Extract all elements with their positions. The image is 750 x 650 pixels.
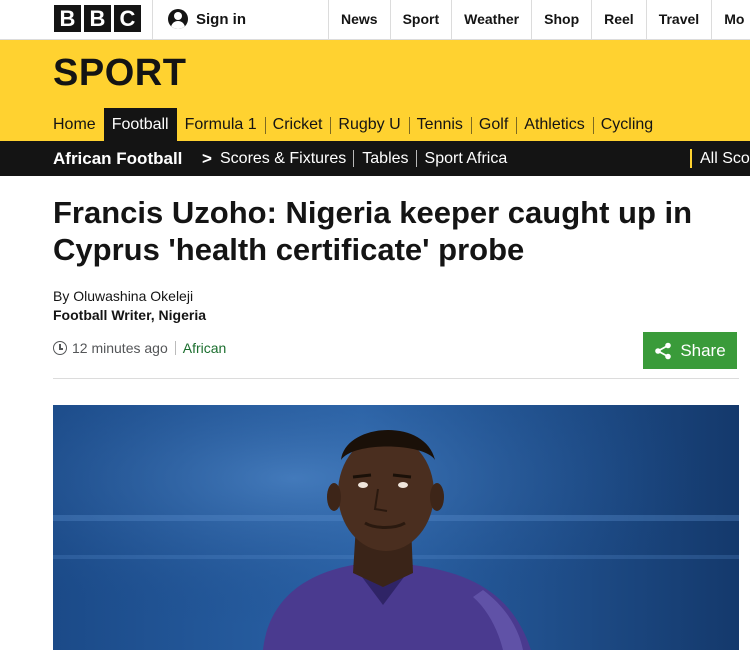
share-label: Share [680,340,726,360]
sign-in-link[interactable]: Sign in [168,9,246,29]
subnav-sport-africa[interactable]: Sport Africa [425,141,516,176]
global-header: B B C Sign in News Sport Weather Shop Re… [0,0,750,40]
global-nav: News Sport Weather Shop Reel Travel Mo [328,0,750,40]
published-time: 12 minutes ago [72,340,168,356]
global-nav-weather[interactable]: Weather [451,0,531,40]
article-headline: Francis Uzoho: Nigeria keeper caught up … [53,195,693,267]
sign-in-label: Sign in [196,10,246,28]
section-african-football[interactable]: African Football [53,141,182,176]
logo-letter: B [84,5,111,32]
chevron-right-icon: > [202,149,212,168]
sport-nav-tennis[interactable]: Tennis [408,108,471,141]
global-nav-reel[interactable]: Reel [591,0,646,40]
article-byline: By Oluwashina Okeleji [53,288,194,304]
subnav-tables[interactable]: Tables [362,141,417,176]
article-meta: 12 minutes ago African [53,340,226,356]
sport-nav-athletics[interactable]: Athletics [516,108,592,141]
sport-nav-football[interactable]: Football [103,108,177,141]
global-nav-shop[interactable]: Shop [531,0,591,40]
sport-nav-rugby-union[interactable]: Rugby U [330,108,408,141]
sport-nav-cycling[interactable]: Cycling [592,108,661,141]
share-icon [655,342,672,359]
logo-letter: B [54,5,81,32]
user-icon [168,9,188,29]
header-divider [152,0,153,40]
header-rule [53,378,739,379]
author-role: Football Writer, Nigeria [53,307,206,323]
sport-nav-cricket[interactable]: Cricket [264,108,331,141]
section-nav: African Football > Scores & Fixtures Tab… [0,141,750,176]
player-photo [53,405,739,650]
clock-icon [53,341,67,355]
section-subnav: Scores & Fixtures Tables Sport Africa [220,141,523,176]
sport-nav-golf[interactable]: Golf [470,108,516,141]
logo-letter: C [114,5,141,32]
sport-title[interactable]: SPORT [53,52,186,95]
global-nav-more[interactable]: Mo [711,0,750,40]
global-nav-travel[interactable]: Travel [645,0,711,40]
meta-divider [174,341,176,355]
subnav-scores-fixtures[interactable]: Scores & Fixtures [220,141,355,176]
sport-nav-formula-1[interactable]: Formula 1 [177,108,265,141]
global-nav-news[interactable]: News [328,0,390,40]
global-nav-sport[interactable]: Sport [389,0,452,40]
sport-nav: Home Football Formula 1 Cricket Rugby U … [45,108,661,141]
sport-nav-home[interactable]: Home [45,108,104,141]
topic-link[interactable]: African [183,340,227,356]
sport-banner: SPORT Home Football Formula 1 Cricket Ru… [0,40,750,141]
share-button[interactable]: Share [643,332,737,369]
all-sports-link[interactable]: All Sco [690,141,750,176]
article-hero-image [53,405,739,650]
bbc-logo[interactable]: B B C [54,5,141,32]
